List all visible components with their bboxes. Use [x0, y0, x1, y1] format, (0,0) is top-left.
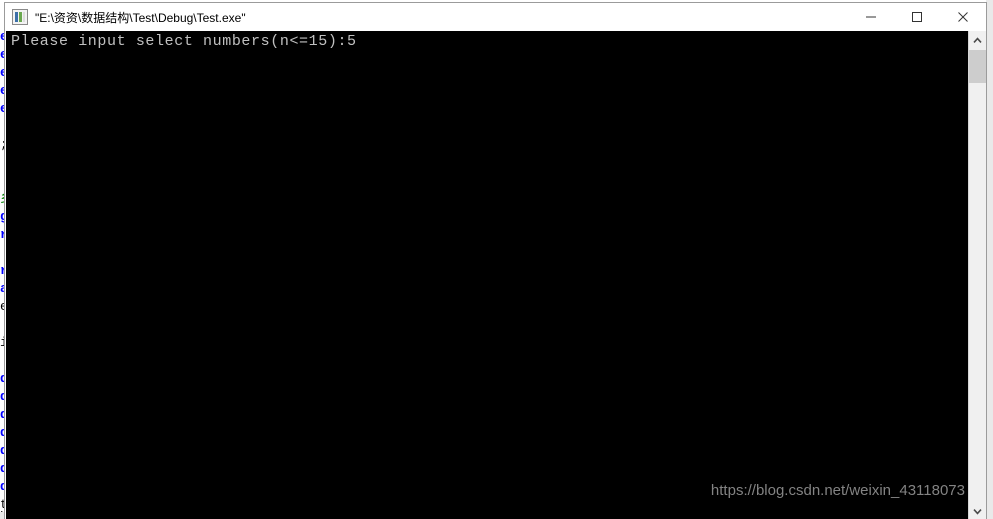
scrollbar-up-button[interactable] — [969, 31, 986, 49]
scrollbar-track[interactable] — [969, 83, 986, 502]
console-app-icon — [12, 9, 28, 25]
scrollbar-down-button[interactable] — [969, 502, 986, 519]
scrollbar-thumb[interactable] — [969, 50, 986, 83]
maximize-icon — [912, 12, 922, 22]
chevron-up-icon — [973, 36, 982, 43]
chevron-down-icon — [973, 508, 982, 515]
maximize-button[interactable] — [894, 3, 940, 31]
console-output-area[interactable]: Please input select numbers(n<=15):5 htt… — [6, 31, 986, 519]
close-icon — [958, 12, 968, 22]
console-scrollbar[interactable] — [968, 31, 986, 519]
minimize-button[interactable] — [848, 3, 894, 31]
editor-right-edge — [986, 0, 993, 519]
console-window: "E:\资资\数据结构\Test\Debug\Test.exe" Please … — [4, 2, 987, 519]
watermark-text: https://blog.csdn.net/weixin_43118073 — [710, 482, 965, 499]
window-title: "E:\资资\数据结构\Test\Debug\Test.exe" — [35, 11, 246, 25]
window-controls — [848, 3, 986, 31]
close-button[interactable] — [940, 3, 986, 31]
console-output-line: Please input select numbers(n<=15):5 — [11, 33, 357, 50]
minimize-icon — [866, 16, 876, 18]
title-bar[interactable]: "E:\资资\数据结构\Test\Debug\Test.exe" — [5, 3, 986, 32]
screenshot-root: eeeee;乡grraeidddddddtdeu u(); "E:\资资\数据结… — [0, 0, 993, 519]
